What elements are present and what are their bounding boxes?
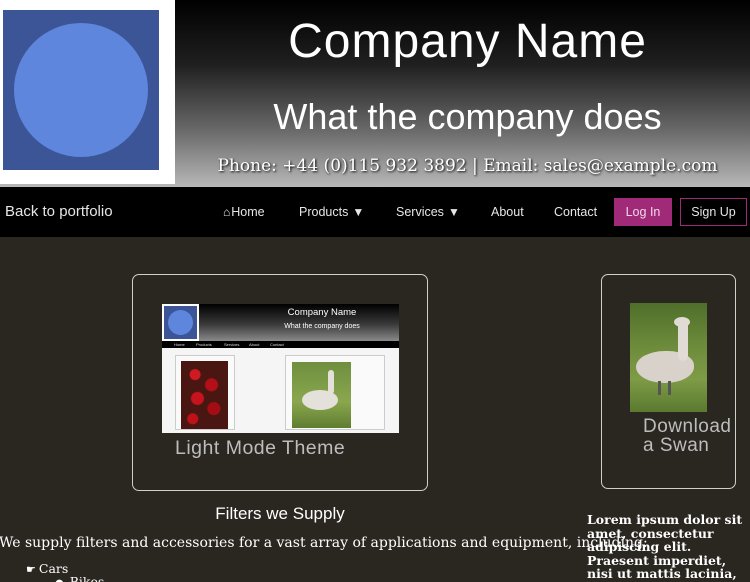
company-logo[interactable]	[0, 0, 175, 184]
nav-home[interactable]: ⌂Home	[223, 205, 265, 219]
preview-swan-neck	[328, 370, 334, 394]
filters-intro-text: We supply filters and accessories for a …	[0, 535, 648, 551]
company-tagline: What the company does	[273, 96, 662, 137]
preview-nav-item: Contact	[270, 342, 284, 347]
sidebar-paragraph: Lorem ipsum dolor sit amet, consectetur …	[587, 512, 743, 582]
site-header: Company Name What the company does Phone…	[0, 0, 750, 187]
preview-logo-bg	[164, 306, 197, 339]
preview-nav-item: Products	[196, 342, 212, 347]
swan-leg	[668, 381, 671, 395]
nav-products[interactable]: Products ▼	[299, 205, 364, 219]
preview-header: Company Name What the company does	[162, 304, 399, 341]
light-mode-preview-image: Company Name What the company does Home …	[162, 304, 399, 433]
download-swan-label: Download a Swan	[643, 416, 732, 456]
preview-nav: Home Products Services About Contact	[162, 341, 399, 348]
preview-card-cherries	[175, 355, 235, 430]
swan-image	[630, 303, 707, 412]
nav-services[interactable]: Services ▼	[396, 205, 460, 219]
chevron-down-icon: ▼	[447, 205, 460, 219]
preview-tagline: What the company does	[284, 323, 360, 330]
swan-leg	[658, 381, 661, 395]
nav-about[interactable]: About	[491, 205, 524, 219]
home-icon: ⌂	[223, 205, 231, 219]
logo-background	[3, 10, 159, 170]
contact-line: Phone: +44 (0)115 932 3892 | Email: sale…	[217, 156, 718, 176]
list-item-label: Bikes	[69, 574, 105, 582]
login-button[interactable]: Log In	[614, 198, 672, 226]
back-to-portfolio-link[interactable]: Back to portfolio	[5, 203, 113, 220]
preview-nav-item: Home	[174, 342, 185, 347]
nav-contact[interactable]: Contact	[554, 205, 597, 219]
main-nav: Back to portfolio ⌂Home Products ▼ Servic…	[0, 187, 750, 237]
preview-logo	[162, 304, 199, 341]
company-name: Company Name	[288, 15, 647, 68]
nav-services-label: Services	[396, 205, 444, 219]
chevron-down-icon: ▼	[352, 205, 365, 219]
pointing-hand-icon: ☛	[26, 563, 36, 576]
bullet-icon: ●	[55, 578, 64, 582]
swan-neck	[678, 321, 688, 361]
light-mode-theme-card[interactable]: Company Name What the company does Home …	[132, 274, 428, 491]
light-mode-theme-label: Light Mode Theme	[175, 437, 346, 459]
preview-nav-item: Services	[224, 342, 240, 347]
nav-products-label: Products	[299, 205, 349, 219]
list-item: ● Bikes	[55, 574, 104, 582]
logo-circle	[14, 23, 148, 157]
preview-swan-image	[292, 362, 351, 428]
preview-logo-circle	[168, 310, 193, 335]
cherries-image	[181, 361, 228, 429]
nav-home-label: Home	[231, 205, 265, 219]
preview-company-name: Company Name	[287, 307, 357, 318]
preview-card-swan	[285, 355, 385, 430]
download-swan-card[interactable]: Download a Swan	[601, 274, 736, 489]
filters-heading: Filters we Supply	[215, 504, 345, 523]
signup-button[interactable]: Sign Up	[680, 198, 747, 226]
swan-head	[674, 317, 690, 327]
preview-nav-item: About	[249, 342, 260, 347]
